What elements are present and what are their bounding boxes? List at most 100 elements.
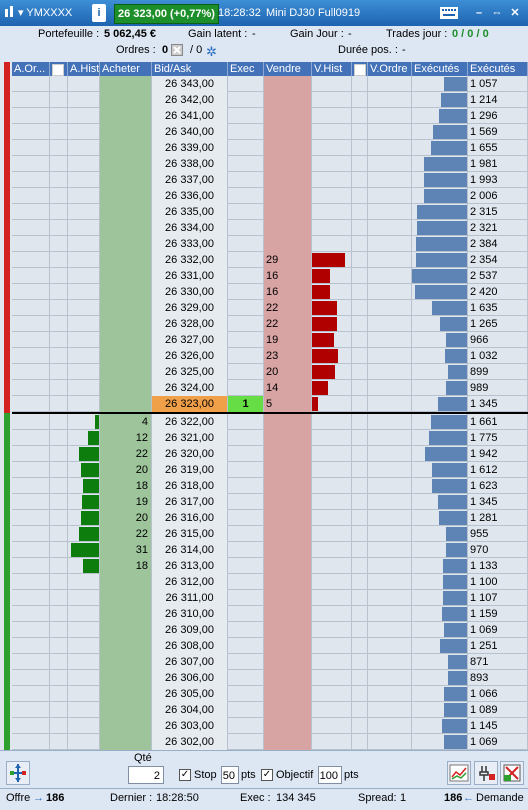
cell-v-ordre-cancel[interactable] — [352, 156, 368, 172]
cancel-all-icon[interactable] — [52, 64, 64, 76]
cell-acheter[interactable]: 20 — [100, 462, 152, 478]
cell-a-ordre[interactable] — [12, 204, 50, 220]
cell-a-ordre-cancel[interactable] — [50, 574, 68, 590]
cell-v-ordre-cancel[interactable] — [352, 188, 368, 204]
column-header-bid-ask[interactable]: Bid/Ask — [152, 62, 228, 76]
cell-v-ordre-cancel[interactable] — [352, 204, 368, 220]
cancel-all-icon[interactable] — [354, 64, 366, 76]
cell-vendre[interactable] — [264, 172, 312, 188]
cell-a-ordre[interactable] — [12, 140, 50, 156]
cell-a-ordre-cancel[interactable] — [50, 268, 68, 284]
cell-a-ordre-cancel[interactable] — [50, 188, 68, 204]
cell-a-ordre[interactable] — [12, 494, 50, 510]
cell-a-ordre[interactable] — [12, 430, 50, 446]
column-header-v-ordre-cancel[interactable] — [352, 62, 368, 76]
cell-acheter[interactable] — [100, 574, 152, 590]
cell-a-ordre[interactable] — [12, 348, 50, 364]
cell-a-ordre[interactable] — [12, 252, 50, 268]
cell-vendre[interactable] — [264, 510, 312, 526]
cell-v-ordre[interactable] — [368, 284, 412, 300]
cell-a-ordre-cancel[interactable] — [50, 284, 68, 300]
cell-vendre[interactable] — [264, 686, 312, 702]
gear-icon[interactable]: ✲ — [206, 44, 217, 60]
cell-v-ordre-cancel[interactable] — [352, 380, 368, 396]
cell-a-ordre[interactable] — [12, 268, 50, 284]
cell-v-ordre-cancel[interactable] — [352, 718, 368, 734]
cell-a-ordre-cancel[interactable] — [50, 380, 68, 396]
cell-v-ordre[interactable] — [368, 590, 412, 606]
cell-acheter[interactable] — [100, 654, 152, 670]
cell-a-ordre[interactable] — [12, 284, 50, 300]
cell-acheter[interactable] — [100, 236, 152, 252]
cell-a-ordre-cancel[interactable] — [50, 622, 68, 638]
cell-acheter[interactable]: 31 — [100, 542, 152, 558]
cell-acheter[interactable] — [100, 220, 152, 236]
cell-acheter[interactable] — [100, 396, 152, 412]
cell-a-ordre[interactable] — [12, 478, 50, 494]
cell-v-ordre-cancel[interactable] — [352, 574, 368, 590]
cell-vendre[interactable]: 5 — [264, 396, 312, 412]
cell-a-ordre-cancel[interactable] — [50, 590, 68, 606]
cell-acheter[interactable] — [100, 380, 152, 396]
cell-acheter[interactable] — [100, 92, 152, 108]
column-header-executes[interactable]: Exécutés — [468, 62, 528, 76]
cell-vendre[interactable] — [264, 204, 312, 220]
cell-acheter[interactable] — [100, 332, 152, 348]
cell-a-ordre[interactable] — [12, 606, 50, 622]
cell-v-ordre-cancel[interactable] — [352, 108, 368, 124]
cell-a-ordre[interactable] — [12, 364, 50, 380]
cell-a-ordre-cancel[interactable] — [50, 236, 68, 252]
cell-a-ordre[interactable] — [12, 332, 50, 348]
cell-v-ordre-cancel[interactable] — [352, 172, 368, 188]
cell-acheter[interactable] — [100, 670, 152, 686]
cell-acheter[interactable] — [100, 188, 152, 204]
cell-v-ordre-cancel[interactable] — [352, 670, 368, 686]
cell-v-ordre[interactable] — [368, 124, 412, 140]
cell-a-ordre-cancel[interactable] — [50, 462, 68, 478]
cell-a-ordre-cancel[interactable] — [50, 172, 68, 188]
cell-acheter[interactable] — [100, 108, 152, 124]
cell-a-ordre-cancel[interactable] — [50, 76, 68, 92]
column-header-a-ordre-cancel[interactable] — [50, 62, 68, 76]
cell-a-ordre-cancel[interactable] — [50, 734, 68, 750]
cell-v-ordre[interactable] — [368, 76, 412, 92]
cell-acheter[interactable]: 22 — [100, 526, 152, 542]
cell-v-ordre[interactable] — [368, 494, 412, 510]
stop-checkbox[interactable]: ✓ — [179, 769, 191, 781]
cell-v-ordre[interactable] — [368, 332, 412, 348]
cell-a-ordre[interactable] — [12, 446, 50, 462]
cell-a-ordre-cancel[interactable] — [50, 638, 68, 654]
cell-a-ordre[interactable] — [12, 654, 50, 670]
cell-v-ordre-cancel[interactable] — [352, 220, 368, 236]
cell-v-ordre-cancel[interactable] — [352, 510, 368, 526]
cell-acheter[interactable] — [100, 718, 152, 734]
cell-acheter[interactable]: 20 — [100, 510, 152, 526]
cell-v-ordre[interactable] — [368, 348, 412, 364]
cell-a-ordre[interactable] — [12, 638, 50, 654]
cell-v-ordre[interactable] — [368, 446, 412, 462]
close-icon[interactable]: ✕ — [506, 4, 524, 22]
cell-v-ordre-cancel[interactable] — [352, 542, 368, 558]
cell-acheter[interactable]: 4 — [100, 414, 152, 430]
cell-a-ordre[interactable] — [12, 124, 50, 140]
cell-v-ordre-cancel[interactable] — [352, 494, 368, 510]
cell-a-ordre[interactable] — [12, 542, 50, 558]
cell-a-ordre[interactable] — [12, 574, 50, 590]
cell-v-ordre[interactable] — [368, 156, 412, 172]
center-ladder-button[interactable] — [6, 761, 30, 785]
cell-acheter[interactable] — [100, 316, 152, 332]
cell-vendre[interactable] — [264, 558, 312, 574]
cell-v-ordre[interactable] — [368, 622, 412, 638]
cell-vendre[interactable] — [264, 494, 312, 510]
column-header-a-ordre[interactable]: A.Or... — [12, 62, 50, 76]
cell-acheter[interactable]: 22 — [100, 446, 152, 462]
cell-v-ordre-cancel[interactable] — [352, 140, 368, 156]
cell-acheter[interactable] — [100, 606, 152, 622]
cell-vendre[interactable] — [264, 108, 312, 124]
cell-v-ordre[interactable] — [368, 140, 412, 156]
cell-a-ordre-cancel[interactable] — [50, 396, 68, 412]
cell-a-ordre[interactable] — [12, 590, 50, 606]
column-header-vendre[interactable]: Vendre — [264, 62, 312, 76]
cell-vendre[interactable] — [264, 670, 312, 686]
cell-a-ordre-cancel[interactable] — [50, 446, 68, 462]
